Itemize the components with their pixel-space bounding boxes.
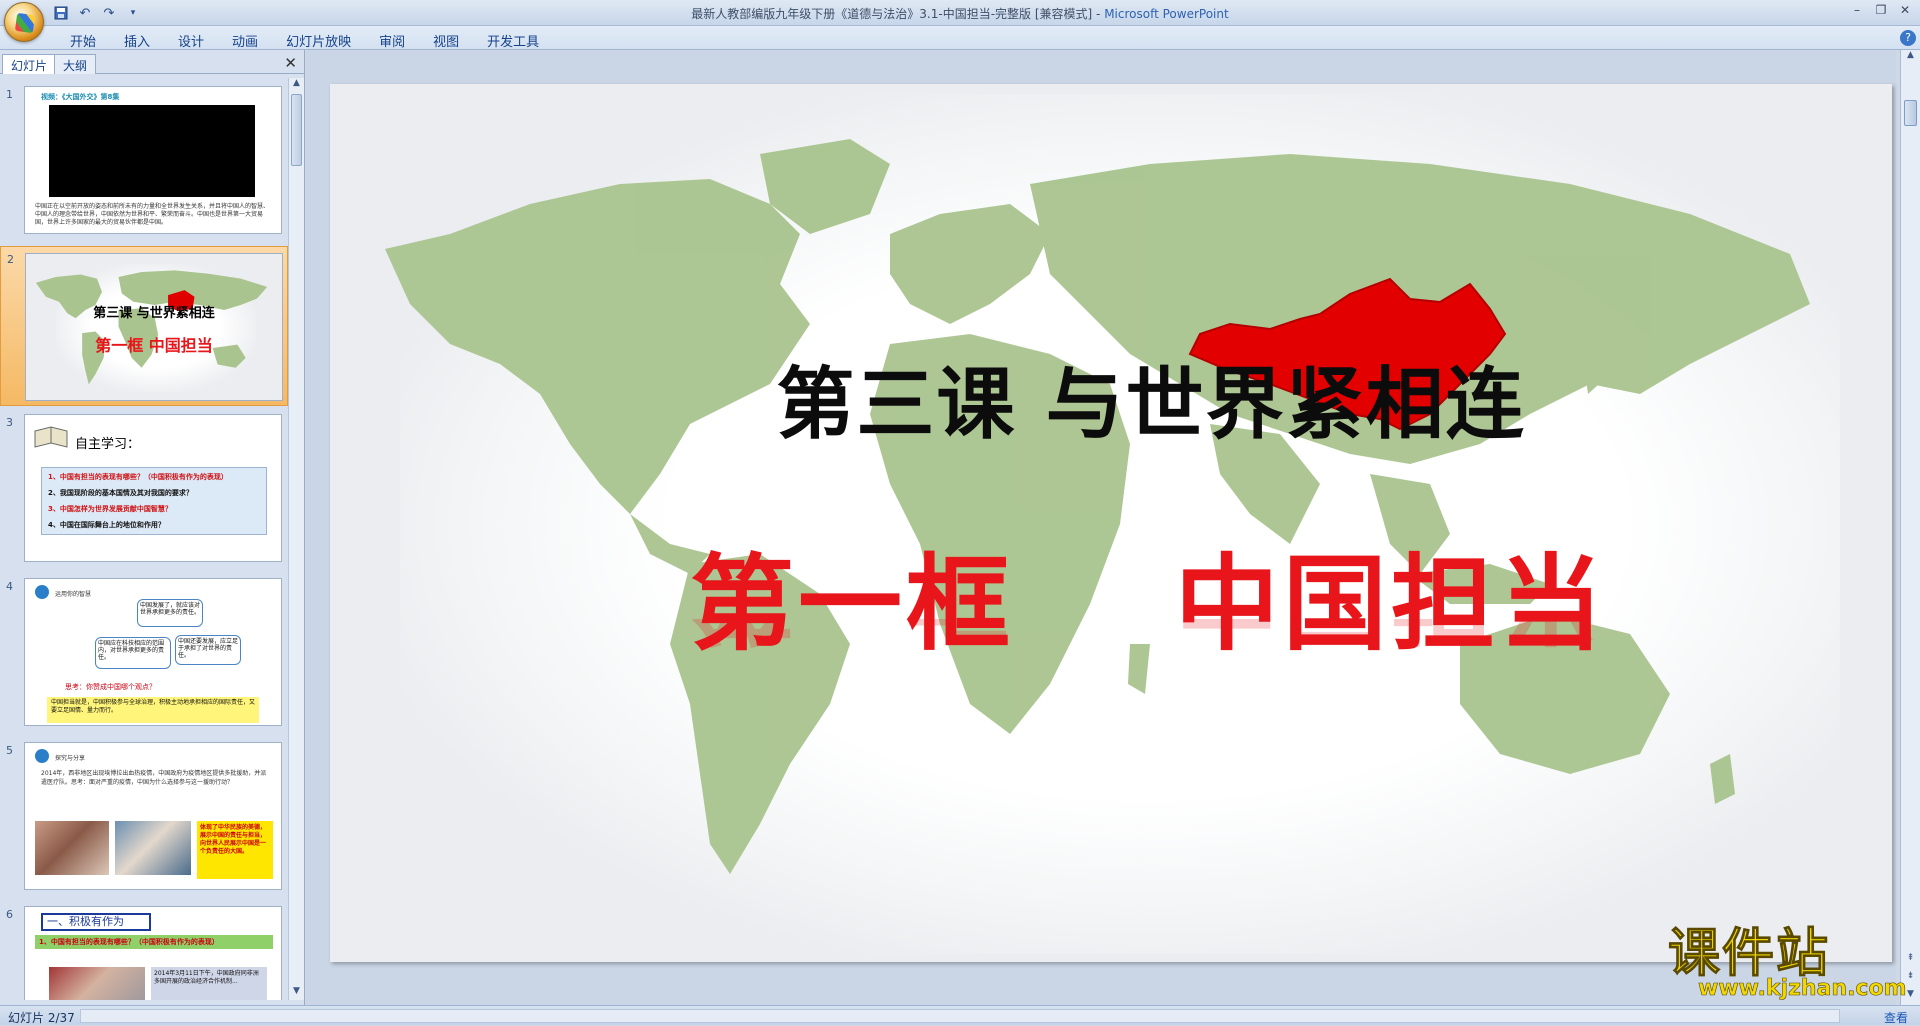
thumbnail-list: 1 视频：《大国外交》第8集 中国正在以空前开放的姿态和前所未有的力量和全世界发… bbox=[0, 78, 288, 1000]
scroll-thumb[interactable] bbox=[291, 94, 302, 166]
slide-number: 6 bbox=[6, 908, 13, 921]
slide-preview[interactable]: 探究与分享 2014年，西非地区出现埃博拉出血热疫情，中国政府为疫情地区提供多批… bbox=[24, 742, 282, 890]
thumb-question: 思考：你赞成中国哪个观点？ bbox=[65, 683, 156, 691]
scroll-down-icon[interactable]: ▼ bbox=[289, 986, 304, 1000]
slide-preview[interactable]: 运用你的智慧 中国发展了，就应该对世界承担更多的责任。 中国应在科技相应的范围内… bbox=[24, 578, 282, 726]
document-title: 最新人教部编版九年级下册《道德与法治》3.1-中国担当-完整版 [兼容模式] - bbox=[691, 7, 1105, 21]
slide-number: 2 bbox=[7, 253, 14, 266]
thumb-text: 2014年3月11日下午，中国政府同非洲多国开展的政治经济合作机制... bbox=[151, 967, 267, 1000]
slide-counter: 幻灯片 2/37 bbox=[8, 1011, 75, 1025]
tab-view[interactable]: 视图 bbox=[419, 29, 473, 52]
tab-review[interactable]: 审阅 bbox=[365, 29, 419, 52]
slide-thumbnail-3[interactable]: 3 自主学习： 1、中国有担当的表现有哪些？（中国积极有作为的表现） 2、我国现… bbox=[0, 414, 288, 564]
highlight-box: 体现了中华民族的美德，展示中国的责任与担当，向世界人民展示中国是一个负责任的大国… bbox=[197, 821, 273, 879]
slide-thumbnail-4[interactable]: 4 运用你的智慧 中国发展了，就应该对世界承担更多的责任。 中国应在科技相应的范… bbox=[0, 578, 288, 728]
status-bar: 幻灯片 2/37 查看 bbox=[0, 1005, 1920, 1025]
slide-number: 5 bbox=[6, 744, 13, 757]
help-icon[interactable]: ? bbox=[1900, 30, 1916, 46]
slide-thumbnail-2[interactable]: 2 第三课 与世界紧相连 第一框 中国担当 bbox=[0, 246, 288, 406]
main-slide[interactable]: 第三课 与世界紧相连 第一框 中国担当 第一框 中国担当 bbox=[330, 84, 1892, 962]
minimize-icon[interactable]: – bbox=[1846, 2, 1868, 20]
view-link[interactable]: 查看 bbox=[1884, 1009, 1908, 1026]
subtitle-reflection: 第一框 中国担当 bbox=[690, 619, 1607, 679]
watermark: 课件站 www.kjzhan.com bbox=[1667, 924, 1907, 1002]
window-title: 最新人教部编版九年级下册《道德与法治》3.1-中国担当-完整版 [兼容模式] -… bbox=[0, 5, 1920, 22]
title-bar: ↶ ↷ ▾ 最新人教部编版九年级下册《道德与法治》3.1-中国担当-完整版 [兼… bbox=[0, 0, 1920, 42]
ribbon: 开始 插入 设计 动画 幻灯片放映 审阅 视图 开发工具 ? bbox=[0, 26, 1920, 50]
photo bbox=[115, 821, 191, 875]
pane-tabs: 幻灯片 大纲 ✕ bbox=[0, 52, 305, 74]
office-button[interactable] bbox=[4, 2, 44, 42]
office-logo-icon bbox=[14, 12, 36, 34]
close-icon[interactable]: ✕ bbox=[1894, 2, 1916, 20]
thumb-subtitle: 第一框 中国担当 bbox=[95, 336, 213, 355]
tab-design[interactable]: 设计 bbox=[164, 29, 218, 52]
tab-animations[interactable]: 动画 bbox=[218, 29, 272, 52]
tab-slideshow[interactable]: 幻灯片放映 bbox=[272, 29, 365, 52]
book-icon bbox=[34, 426, 68, 448]
slide-preview[interactable]: 自主学习： 1、中国有担当的表现有哪些？（中国积极有作为的表现） 2、我国现阶段… bbox=[24, 414, 282, 562]
thumb-bar: 1、中国有担当的表现有哪些？（中国积极有作为的表现） bbox=[35, 935, 273, 949]
ribbon-tabs: 开始 插入 设计 动画 幻灯片放映 审阅 视图 开发工具 bbox=[56, 29, 553, 52]
tab-developer[interactable]: 开发工具 bbox=[473, 29, 553, 52]
app-name: Microsoft PowerPoint bbox=[1104, 7, 1229, 21]
list-item: 2、我国现阶段的基本国情及其对我国的要求？ bbox=[48, 489, 193, 497]
restore-icon[interactable]: ❐ bbox=[1870, 2, 1892, 20]
slide-preview[interactable]: 视频：《大国外交》第8集 中国正在以空前开放的姿态和前所未有的力量和全世界发生关… bbox=[24, 86, 282, 234]
list-item: 1、中国有担当的表现有哪些？（中国积极有作为的表现） bbox=[48, 473, 228, 481]
slide-number: 3 bbox=[6, 416, 13, 429]
close-pane-icon[interactable]: ✕ bbox=[284, 54, 297, 72]
slide-thumbnail-6[interactable]: 6 一、积极有作为 1、中国有担当的表现有哪些？（中国积极有作为的表现） 201… bbox=[0, 906, 288, 1000]
speech-bubble: 中国发展了，就应该对世界承担更多的责任。 bbox=[137, 599, 203, 627]
speech-bubble: 中国还要发展，应立足于承担了对世界的责任。 bbox=[175, 635, 241, 665]
thumb-heading: 一、积极有作为 bbox=[41, 913, 151, 931]
slide-thumbnail-1[interactable]: 1 视频：《大国外交》第8集 中国正在以空前开放的姿态和前所未有的力量和全世界发… bbox=[0, 86, 288, 236]
photo bbox=[35, 821, 109, 875]
scroll-up-icon[interactable]: ▲ bbox=[289, 78, 304, 92]
speech-bubble: 中国应在科技相应的范围内，对世界承担更多的责任。 bbox=[95, 637, 171, 669]
thumb-text: 2014年，西非地区出现埃博拉出血热疫情，中国政府为疫情地区提供多批援助，并派遣… bbox=[41, 770, 267, 786]
slide-number: 4 bbox=[6, 580, 13, 593]
window-controls: – ❐ ✕ bbox=[1846, 2, 1916, 20]
badge-icon bbox=[35, 749, 49, 763]
thumb-label: 运用你的智慧 bbox=[55, 591, 92, 598]
list-item: 4、中国在国际舞台上的地位和作用？ bbox=[48, 521, 165, 529]
thumb-text: 中国正在以空前开放的姿态和前所未有的力量和全世界发生关系，并且将中国人的智慧、中… bbox=[35, 203, 270, 226]
tab-insert[interactable]: 插入 bbox=[110, 29, 164, 52]
list-item: 3、中国怎样为世界发展贡献中国智慧？ bbox=[48, 505, 172, 513]
slide-scrollbar[interactable]: ▲ ⇞ ⇟ ▼ bbox=[1900, 50, 1920, 1005]
thumbnail-scrollbar[interactable]: ▲ ▼ bbox=[288, 78, 304, 1000]
slide-title[interactable]: 第三课 与世界紧相连 bbox=[330, 342, 1892, 454]
thumb-heading: 自主学习： bbox=[75, 437, 141, 452]
scroll-up-icon[interactable]: ▲ bbox=[1901, 50, 1920, 66]
slide-number: 1 bbox=[6, 88, 13, 101]
watermark-url: www.kjzhan.com bbox=[1698, 976, 1907, 1002]
badge-icon bbox=[35, 585, 49, 599]
tab-home[interactable]: 开始 bbox=[56, 29, 110, 52]
conclusion-box: 中国担当就是，中国积极参与全球治理，积极主动地承担相应的国际责任，又要立足国情、… bbox=[47, 697, 259, 723]
tab-slides[interactable]: 幻灯片 bbox=[2, 54, 57, 74]
horizontal-scrollbar[interactable] bbox=[80, 1009, 1840, 1023]
video-placeholder bbox=[49, 105, 255, 197]
mini-world-map bbox=[26, 254, 282, 400]
slide-preview[interactable]: 一、积极有作为 1、中国有担当的表现有哪些？（中国积极有作为的表现） 2014年… bbox=[24, 906, 282, 1000]
thumb-label: 探究与分享 bbox=[55, 755, 86, 762]
slides-pane: 幻灯片 大纲 ✕ 1 视频：《大国外交》第8集 中国正在以空前开放的姿态和前所未… bbox=[0, 50, 305, 1005]
watermark-logo: 课件站 bbox=[1667, 924, 1831, 984]
thumb-title: 第三课 与世界紧相连 bbox=[93, 306, 215, 321]
thumb-title: 视频：《大国外交》第8集 bbox=[41, 93, 120, 101]
photo bbox=[49, 967, 145, 1000]
scroll-thumb[interactable] bbox=[1904, 100, 1917, 126]
slide-thumbnail-5[interactable]: 5 探究与分享 2014年，西非地区出现埃博拉出血热疫情，中国政府为疫情地区提供… bbox=[0, 742, 288, 892]
question-box: 1、中国有担当的表现有哪些？（中国积极有作为的表现） 2、我国现阶段的基本国情及… bbox=[41, 467, 267, 535]
tab-outline[interactable]: 大纲 bbox=[54, 54, 97, 74]
slide-preview[interactable]: 第三课 与世界紧相连 第一框 中国担当 bbox=[25, 253, 283, 401]
